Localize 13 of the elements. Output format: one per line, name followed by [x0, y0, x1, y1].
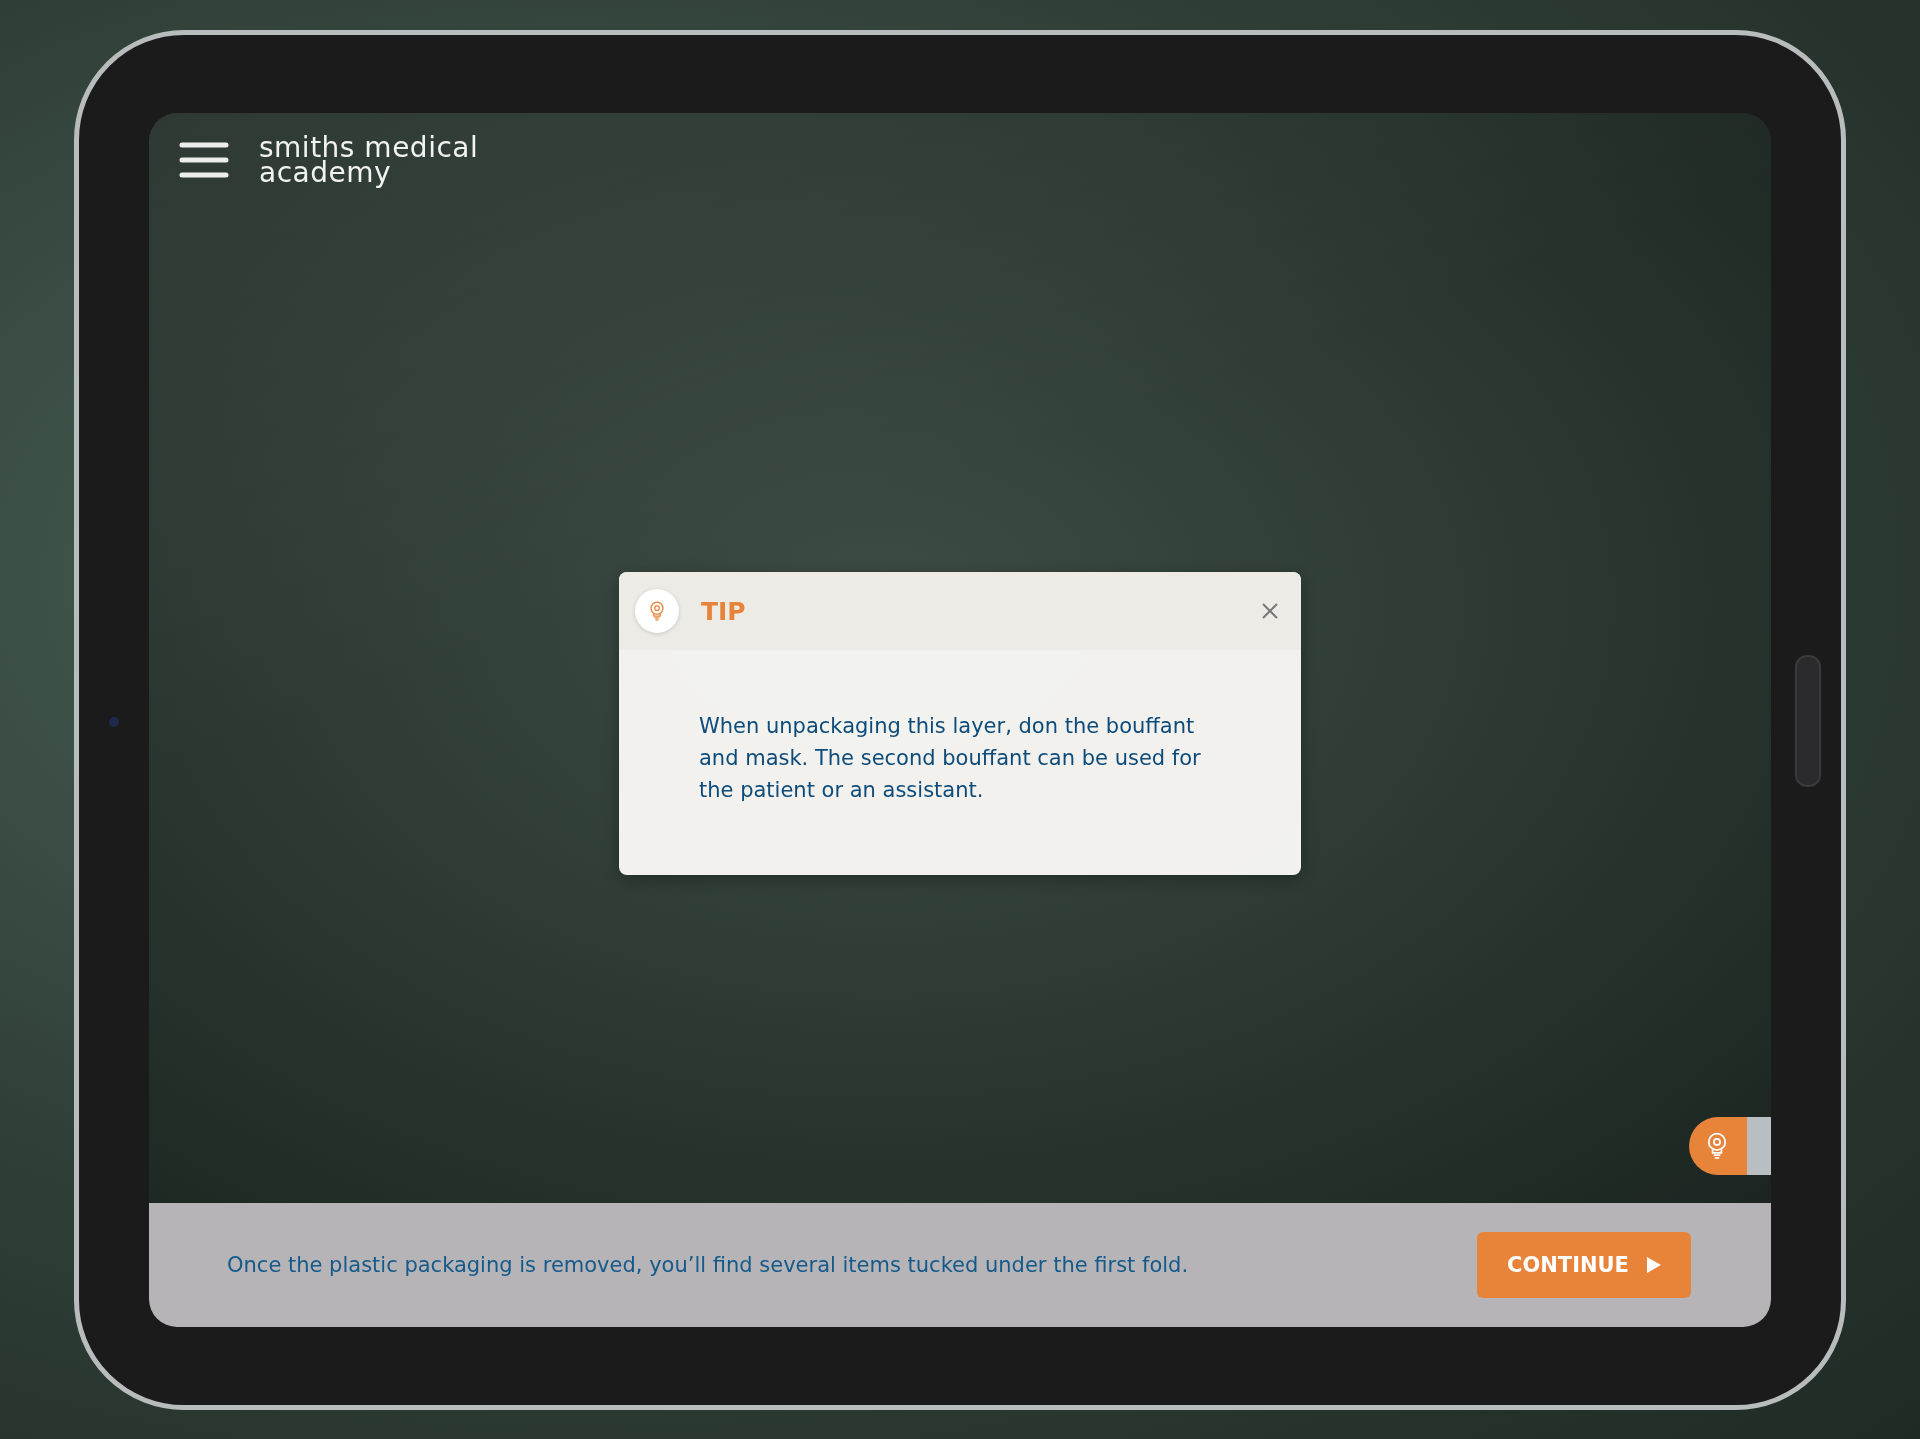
dialog-title: TIP	[701, 596, 747, 626]
menu-icon	[179, 141, 229, 179]
play-icon	[1647, 1257, 1661, 1273]
instruction-text: Once the plastic packaging is removed, you’ll find several items tucked under the first fold.	[227, 1253, 1189, 1277]
hint-button[interactable]	[1689, 1117, 1771, 1175]
continue-button[interactable]: CONTINUE	[1477, 1232, 1691, 1298]
menu-button[interactable]	[179, 141, 229, 179]
close-icon	[1261, 602, 1279, 620]
logo-text: smiths medical	[259, 135, 479, 160]
camera-lens	[109, 717, 119, 727]
lightbulb-icon	[649, 600, 665, 622]
lightbulb-icon	[1706, 1131, 1728, 1161]
tip-text: When unpackaging this layer, don the bouffant and mask. The second bouffant can be used for the patient or an assistant.	[699, 713, 1202, 804]
